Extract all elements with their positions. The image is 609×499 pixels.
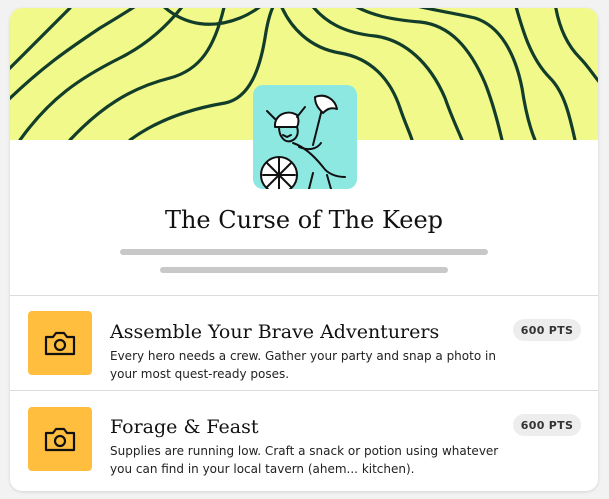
- hunt-title: The Curse of The Keep: [164, 206, 444, 234]
- quest-item[interactable]: Assemble Your Brave Adventurers Every he…: [10, 296, 598, 390]
- camera-icon: [44, 427, 76, 452]
- camera-icon-tile: [28, 311, 92, 375]
- points-badge: 600 PTS: [513, 319, 581, 341]
- quest-title: Forage & Feast: [110, 416, 259, 438]
- description-placeholder-line: [120, 249, 488, 255]
- camera-icon-tile: [28, 407, 92, 471]
- quest-description: Every hero needs a crew. Gather your par…: [110, 349, 496, 381]
- viking-warrior-icon: [253, 85, 357, 189]
- quest-description: Supplies are running low. Craft a snack …: [110, 444, 499, 476]
- camera-icon: [44, 331, 76, 356]
- hunt-avatar: [253, 85, 357, 189]
- quest-title: Assemble Your Brave Adventurers: [110, 321, 440, 343]
- hunt-card: The Curse of The Keep Assemble Your Brav…: [10, 8, 598, 491]
- description-placeholder-line: [160, 267, 448, 273]
- quest-item[interactable]: Forage & Feast Supplies are running low.…: [10, 391, 598, 485]
- points-badge: 600 PTS: [513, 414, 581, 436]
